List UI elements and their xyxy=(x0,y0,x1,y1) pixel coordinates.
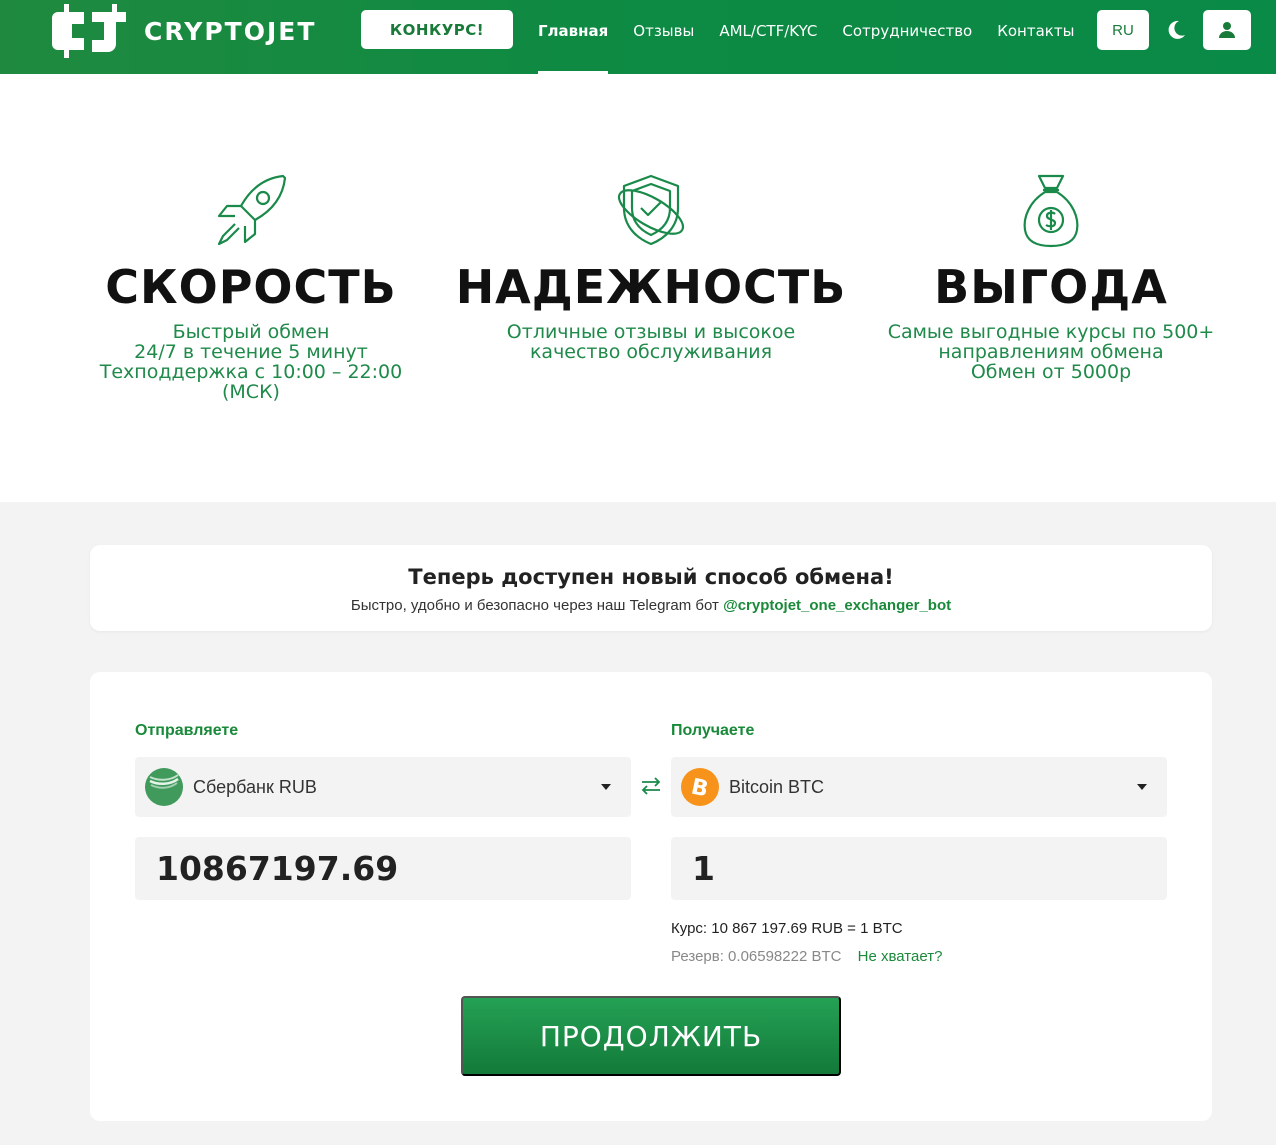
feature-description: Быстрый обмен 24/7 в течение 5 минут Тех… xyxy=(99,321,403,403)
feature-speed: СКОРОСТЬ Быстрый обмен 24/7 в течение 5 … xyxy=(51,172,451,402)
shield-check-icon xyxy=(617,174,685,246)
banner-title: Теперь доступен новый способ обмена! xyxy=(408,565,894,589)
receive-label: Получаете xyxy=(671,722,755,739)
nav-item-aml[interactable]: AML/CTF/KYC xyxy=(719,0,817,62)
swap-icon[interactable] xyxy=(640,776,662,796)
feature-title: НАДЕЖНОСТЬ xyxy=(455,260,847,314)
chevron-down-icon xyxy=(1137,784,1147,790)
features-section: СКОРОСТЬ Быстрый обмен 24/7 в течение 5 … xyxy=(0,74,1276,502)
reserve-info: Резерв: 0.06598222 BTC Не хватает? xyxy=(671,948,942,965)
feature-title: СКОРОСТЬ xyxy=(105,260,397,314)
exchange-form: Отправляете Получаете Сбербанк RUB B Bit… xyxy=(90,672,1212,1121)
nav-item-contacts[interactable]: Контакты xyxy=(997,0,1074,62)
not-enough-link[interactable]: Не хватает? xyxy=(858,948,943,965)
nav-item-reviews[interactable]: Отзывы xyxy=(633,0,694,62)
receive-currency-select[interactable]: B Bitcoin BTC xyxy=(671,757,1167,817)
bitcoin-icon: B xyxy=(681,768,719,806)
logo-text: CRYPTOJET xyxy=(144,16,317,46)
send-currency-name: Сбербанк RUB xyxy=(193,776,317,797)
user-account-button[interactable] xyxy=(1203,10,1251,50)
send-amount-input[interactable]: 10867197.69 xyxy=(135,837,631,900)
feature-benefit: ВЫГОДА Самые выгодные курсы по 500+ напр… xyxy=(851,172,1251,382)
telegram-bot-link[interactable]: @cryptojet_one_exchanger_bot xyxy=(723,597,951,614)
logo[interactable]: CRYPTOJET xyxy=(50,2,316,60)
chevron-down-icon xyxy=(601,784,611,790)
reserve-amount: Резерв: 0.06598222 BTC xyxy=(671,948,842,965)
main-nav: Главная Отзывы AML/CTF/KYC Сотрудничеств… xyxy=(538,0,1099,74)
feature-description: Самые выгодные курсы по 500+ направления… xyxy=(887,321,1215,383)
contest-button[interactable]: КОНКУРС! xyxy=(361,10,513,49)
feature-reliability: НАДЕЖНОСТЬ Отличные отзывы и высокое кач… xyxy=(451,172,851,362)
logo-mark-icon xyxy=(52,4,126,58)
rocket-icon xyxy=(217,174,287,246)
money-bag-icon xyxy=(1023,174,1079,248)
site-header: CRYPTOJET КОНКУРС! Главная Отзывы AML/CT… xyxy=(0,0,1276,74)
user-icon xyxy=(1219,22,1235,38)
telegram-banner: Теперь доступен новый способ обмена! Быс… xyxy=(90,545,1212,631)
send-label: Отправляете xyxy=(135,722,239,739)
moon-icon[interactable] xyxy=(1165,19,1187,41)
banner-subtitle: Быстро, удобно и безопасно через наш Tel… xyxy=(350,597,952,614)
continue-button[interactable]: ПРОДОЛЖИТЬ xyxy=(461,996,841,1076)
exchange-rate: Курс: 10 867 197.69 RUB = 1 BTC xyxy=(671,920,903,937)
nav-item-home[interactable]: Главная xyxy=(538,0,609,74)
send-currency-select[interactable]: Сбербанк RUB xyxy=(135,757,631,817)
language-button[interactable]: RU xyxy=(1097,10,1149,50)
nav-item-partnership[interactable]: Сотрудничество xyxy=(842,0,972,62)
receive-amount-input[interactable]: 1 xyxy=(671,837,1167,900)
feature-description: Отличные отзывы и высокое качество обслу… xyxy=(506,321,796,363)
feature-title: ВЫГОДА xyxy=(934,260,1168,314)
sberbank-icon xyxy=(145,768,183,806)
receive-currency-name: Bitcoin BTC xyxy=(729,776,825,797)
